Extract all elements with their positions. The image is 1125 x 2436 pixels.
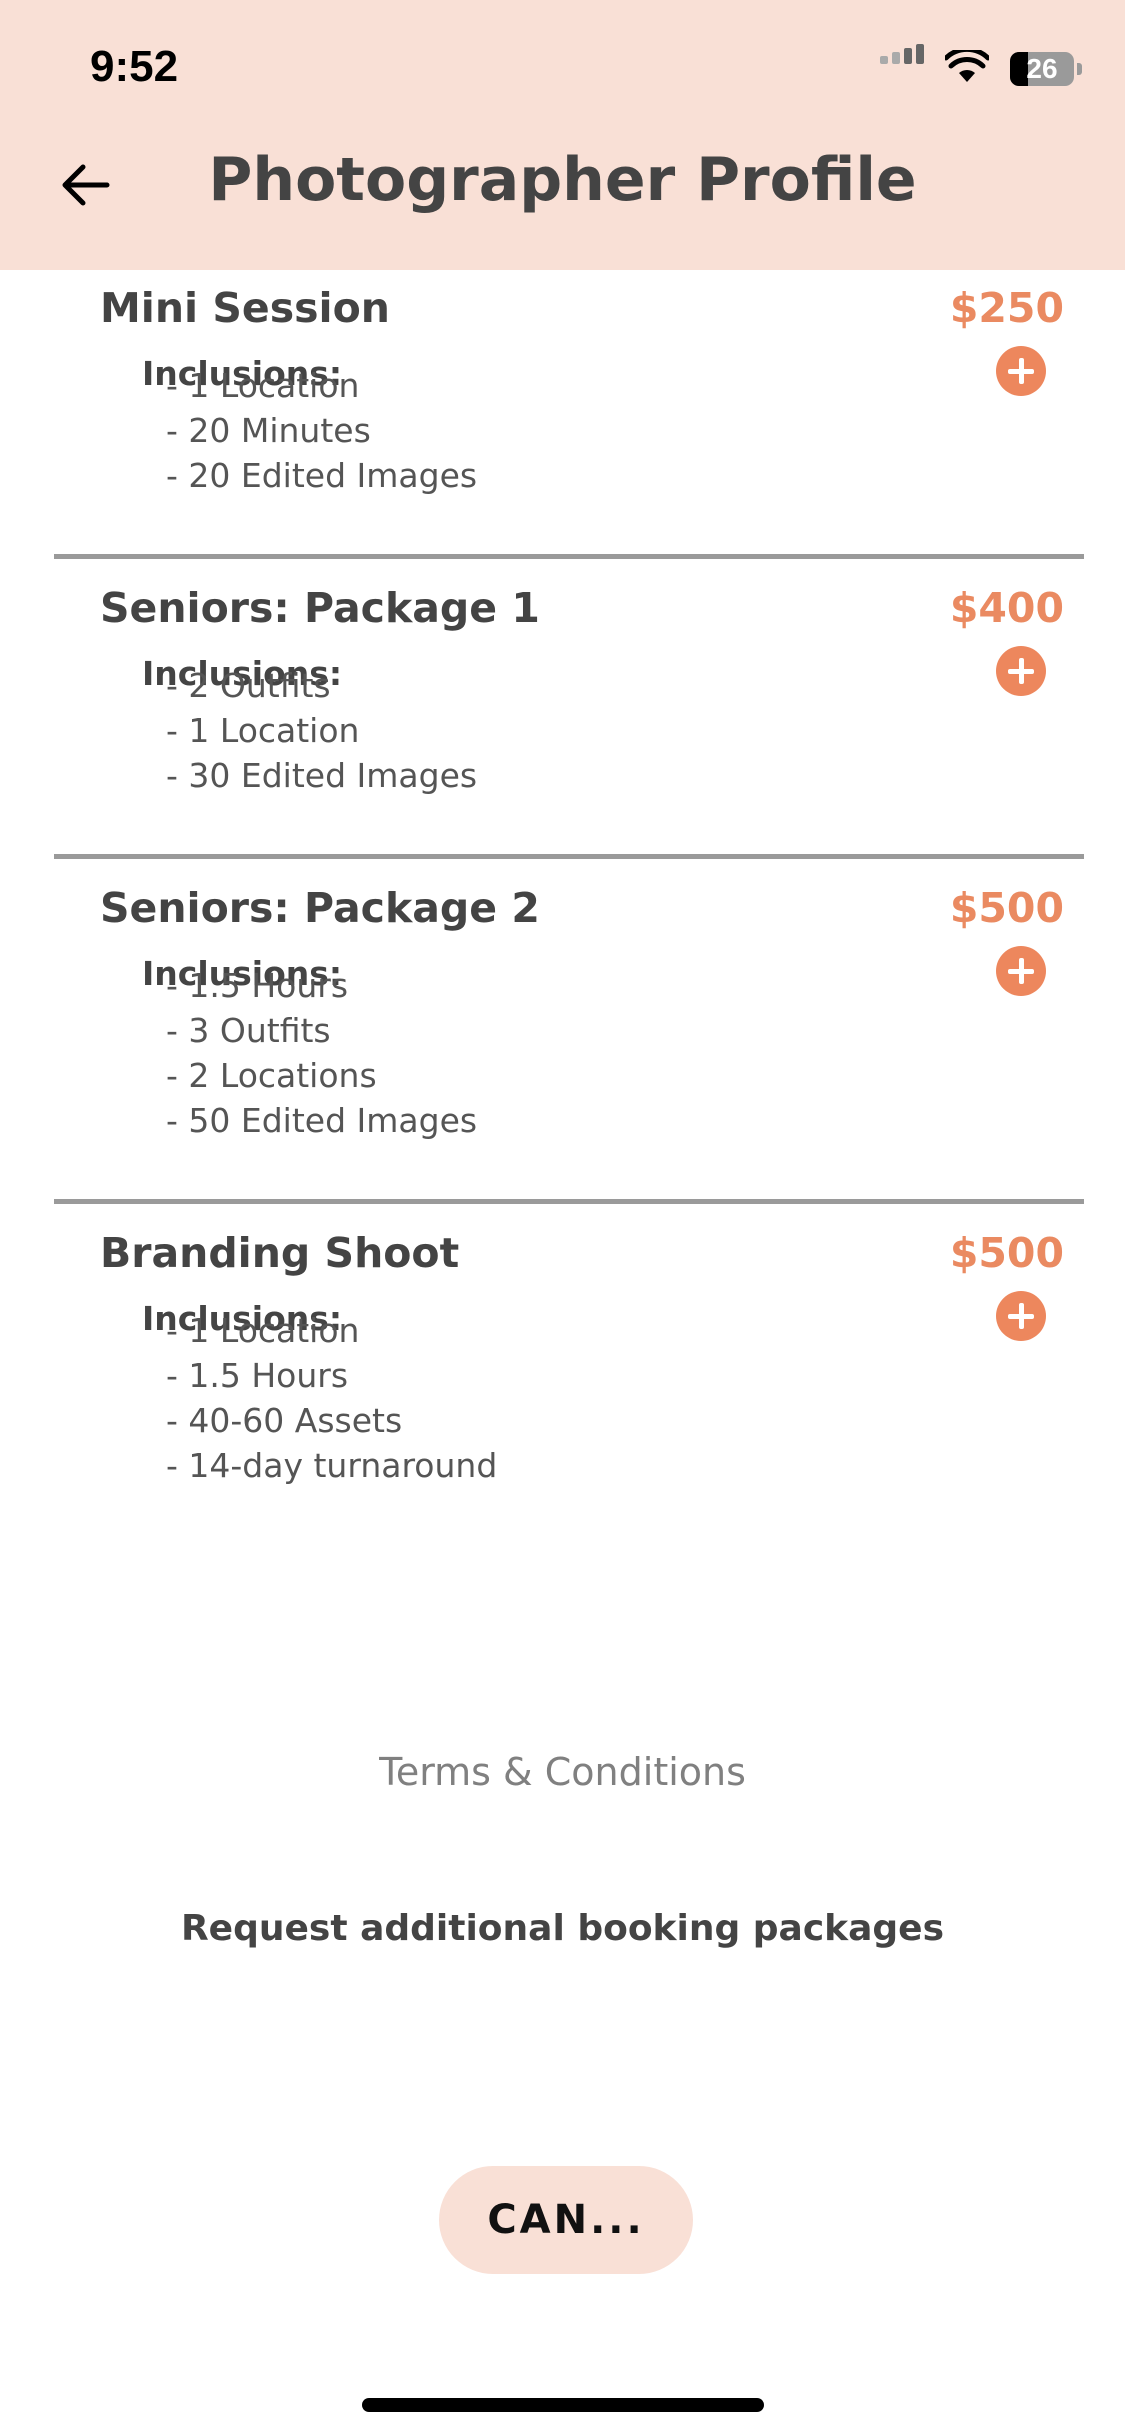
package-name: Branding Shoot bbox=[100, 1229, 460, 1277]
back-button[interactable] bbox=[50, 150, 120, 220]
inclusion-item: - 14-day turnaround bbox=[166, 1446, 498, 1485]
inclusions-list: - 2 Outfits - 1 Location - 30 Edited Ima… bbox=[166, 663, 477, 798]
inclusion-item: - 1.5 Hours bbox=[166, 1356, 349, 1395]
package-price: $500 bbox=[949, 884, 1064, 932]
inclusion-item: - 2 Locations bbox=[166, 1056, 377, 1095]
home-indicator bbox=[362, 2398, 764, 2412]
inclusion-item: - 20 Edited Images bbox=[166, 456, 478, 495]
add-package-button[interactable] bbox=[996, 646, 1046, 696]
inclusions-list: - 1 Location - 20 Minutes - 20 Edited Im… bbox=[166, 363, 477, 498]
add-package-button[interactable] bbox=[996, 346, 1046, 396]
divider bbox=[54, 554, 1084, 559]
package-price: $250 bbox=[949, 284, 1064, 332]
inclusion-item: - 30 Edited Images bbox=[166, 756, 478, 795]
battery-level: 26 bbox=[1026, 53, 1058, 84]
status-time: 9:52 bbox=[90, 42, 179, 91]
divider bbox=[54, 1199, 1084, 1204]
inclusions-list: - 1.5 Hours - 3 Outfits - 2 Locations - … bbox=[166, 963, 477, 1143]
inclusion-item: - 1 Location bbox=[166, 711, 360, 750]
inclusion-item: - 50 Edited Images bbox=[166, 1101, 478, 1140]
request-packages-link[interactable]: Request additional booking packages bbox=[0, 1908, 1125, 1949]
inclusions-list: - 1 Location - 1.5 Hours - 40-60 Assets … bbox=[166, 1308, 497, 1488]
inclusion-item: - 20 Minutes bbox=[166, 411, 371, 450]
package-name: Seniors: Package 1 bbox=[100, 584, 540, 632]
page-title: Photographer Profile bbox=[208, 145, 917, 215]
add-package-button[interactable] bbox=[996, 946, 1046, 996]
package-name: Mini Session bbox=[100, 284, 390, 332]
inclusion-item: - 3 Outfits bbox=[166, 1011, 331, 1050]
divider bbox=[54, 854, 1084, 859]
battery-icon: 26 bbox=[1010, 52, 1074, 86]
cancel-button[interactable]: CAN... bbox=[439, 2166, 693, 2274]
wifi-icon bbox=[943, 46, 991, 88]
terms-and-conditions-link[interactable]: Terms & Conditions bbox=[0, 1750, 1125, 1794]
header-bar: 9:52 26 Photographer Profile bbox=[0, 0, 1125, 270]
package-name: Seniors: Package 2 bbox=[100, 884, 540, 932]
package-price: $500 bbox=[949, 1229, 1064, 1277]
inclusion-item: - 1 Location bbox=[166, 1311, 360, 1350]
add-package-button[interactable] bbox=[996, 1291, 1046, 1341]
inclusion-item: - 1.5 Hours bbox=[166, 966, 349, 1005]
battery-tip bbox=[1077, 63, 1082, 75]
package-price: $400 bbox=[949, 584, 1064, 632]
inclusion-item: - 1 Location bbox=[166, 366, 360, 405]
inclusion-item: - 40-60 Assets bbox=[166, 1401, 403, 1440]
arrow-left-icon bbox=[62, 164, 110, 206]
inclusion-item: - 2 Outfits bbox=[166, 666, 331, 705]
